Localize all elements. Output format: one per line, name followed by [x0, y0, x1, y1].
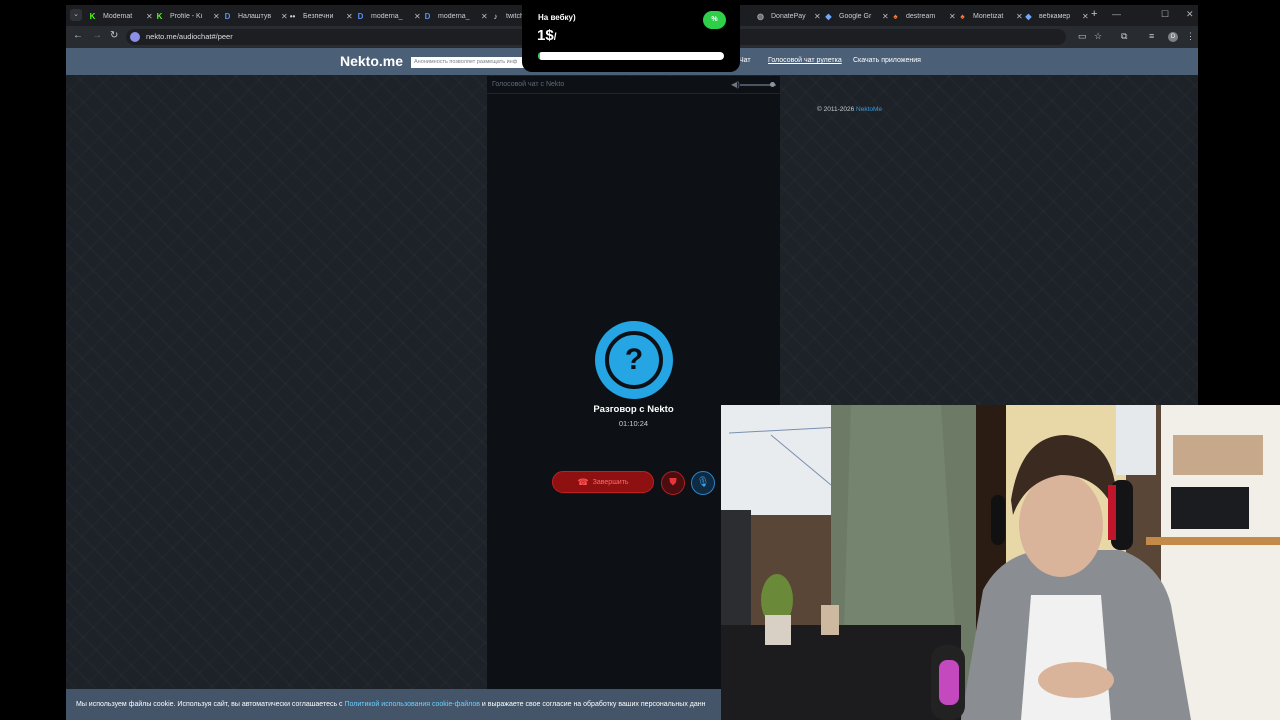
- close-tab-icon[interactable]: ✕: [949, 12, 956, 21]
- browser-tab[interactable]: D Налаштув ✕: [223, 7, 288, 26]
- reload-icon[interactable]: ↻: [110, 30, 118, 41]
- browser-tab[interactable]: Dmoderna_ ✕: [423, 7, 488, 26]
- bookmark-star-icon[interactable]: ☆: [1094, 31, 1102, 42]
- nav-link-voice-roulette[interactable]: Голосовой чат рулетка: [768, 57, 842, 64]
- close-tab-icon[interactable]: ✕: [281, 12, 288, 21]
- nav-link-chat[interactable]: Чат: [739, 57, 751, 64]
- tab-title: Налаштув: [238, 13, 272, 20]
- globe-icon: ◍: [757, 12, 764, 21]
- question-mark-icon: ?: [605, 331, 663, 389]
- dots-icon: ••: [289, 12, 296, 21]
- tab-title: Monetizat: [973, 13, 1004, 20]
- browser-tab[interactable]: ♠ Monetizat ✕: [958, 7, 1023, 26]
- new-tab-button[interactable]: +: [1091, 8, 1097, 20]
- tab-search-button[interactable]: ⌄: [70, 9, 82, 21]
- volume-slider-knob[interactable]: [770, 82, 776, 87]
- cookie-text-after: и выражаете свое согласие на обработку в…: [479, 701, 706, 708]
- tab-title: Modemat: [103, 13, 133, 20]
- copyright-text: © 2011-2026: [817, 106, 855, 113]
- close-tab-icon[interactable]: ✕: [213, 12, 220, 21]
- close-tab-icon[interactable]: ✕: [882, 12, 889, 21]
- hangup-phone-icon: ☎: [577, 476, 589, 487]
- kick-icon: K: [156, 12, 163, 21]
- tab-title: Безпечни: [303, 13, 334, 20]
- d-icon: D: [424, 12, 431, 21]
- d-icon: D: [357, 12, 364, 21]
- anonymity-notice: Анонимность позволяет размещать инф: [411, 57, 526, 68]
- google-icon: ◆: [1025, 12, 1032, 21]
- end-call-button[interactable]: ☎ Завершить: [552, 471, 654, 493]
- chat-header-title: Голосовой чат с Nekto: [492, 81, 565, 88]
- shield-icon: ⛊: [669, 477, 677, 488]
- kick-icon: K: [89, 12, 96, 21]
- close-tab-icon[interactable]: ✕: [146, 12, 153, 21]
- media-controls-icon[interactable]: ≡: [1149, 31, 1154, 41]
- donation-amount: 1$/: [537, 27, 556, 44]
- cast-icon[interactable]: ▭: [1078, 31, 1087, 42]
- browser-tab[interactable]: ◍ DonatePay ✕: [756, 7, 821, 26]
- webcam-image: [721, 405, 1280, 720]
- close-tab-icon[interactable]: ✕: [1082, 12, 1089, 21]
- tab-title: Profile - Ki: [170, 13, 203, 20]
- profile-avatar[interactable]: D: [1168, 32, 1178, 42]
- donation-amount-value: 1$: [537, 27, 554, 44]
- google-icon: ◆: [825, 12, 832, 21]
- microphone-icon: 🎙: [696, 477, 710, 488]
- back-icon[interactable]: ←: [73, 30, 83, 41]
- chat-header: Голосовой чат с Nekto ◀): [487, 76, 780, 94]
- destream-icon: ♠: [960, 12, 965, 21]
- tab-title: DonatePay: [771, 13, 806, 20]
- url-text[interactable]: nekto.me/audiochat#/peer: [146, 32, 233, 41]
- donation-goal-title: На вебку): [538, 13, 576, 22]
- extensions-icon[interactable]: ⧉: [1121, 31, 1127, 42]
- screen: ⌄ K Modemat ✕ K Profile - Ki ✕ D Налаштув ✕ •• Без…: [0, 0, 1280, 720]
- close-window-icon[interactable]: ✕: [1186, 9, 1194, 20]
- close-tab-icon[interactable]: ✕: [346, 12, 353, 21]
- close-tab-icon[interactable]: ✕: [814, 12, 821, 21]
- end-call-label: Завершить: [592, 478, 629, 486]
- tab-title: вебкамер: [1039, 13, 1071, 20]
- close-tab-icon[interactable]: ✕: [481, 12, 488, 21]
- site-logo[interactable]: Nekto.me: [340, 53, 403, 69]
- close-tab-icon[interactable]: ✕: [1016, 12, 1023, 21]
- browser-tab[interactable]: K Profile - Ki ✕: [155, 7, 220, 26]
- maximize-icon[interactable]: ☐: [1161, 9, 1169, 20]
- cookie-text: Мы используем файлы cookie. Используя са…: [76, 701, 705, 708]
- donation-percent-badge: %: [703, 11, 726, 29]
- donation-progress-fill: [538, 52, 540, 60]
- site-info-icon[interactable]: [130, 32, 140, 42]
- nav-link-download-apps[interactable]: Скачать приложения: [853, 57, 921, 64]
- volume-icon[interactable]: ◀): [731, 80, 740, 89]
- browser-tab[interactable]: K Modemat ✕: [88, 7, 153, 26]
- donation-progress-bar: [538, 52, 724, 60]
- tab-title: Google Gr: [839, 13, 872, 20]
- copyright: © 2011-2026 NektoMe: [817, 106, 882, 113]
- tab-title: moderna_: [371, 13, 403, 20]
- browser-tab[interactable]: ◆ Google Gr ✕: [824, 7, 889, 26]
- tab-title: moderna_: [438, 13, 470, 20]
- tab-title: destream: [906, 13, 936, 20]
- d-icon: D: [224, 12, 231, 21]
- browser-tab[interactable]: ◆ вебкамер ✕: [1024, 7, 1089, 26]
- cookie-policy-link[interactable]: Политикой использования cookie-файлов: [345, 701, 480, 708]
- donation-goal-widget: На вебку) 1$/ %: [522, 0, 740, 72]
- forward-icon[interactable]: →: [92, 30, 102, 41]
- copyright-link[interactable]: NektoMe: [856, 106, 882, 113]
- browser-tab[interactable]: ♠ destream ✕: [891, 7, 956, 26]
- browser-tab[interactable]: Dmoderna_ ✕: [356, 7, 421, 26]
- peer-avatar: ?: [595, 321, 673, 399]
- webcam-feed: [721, 405, 1280, 720]
- twitch-icon: ♪: [493, 12, 498, 21]
- donation-amount-suffix: /: [553, 32, 557, 43]
- menu-kebab-icon[interactable]: ⋮: [1186, 31, 1195, 42]
- destream-icon: ♠: [893, 12, 898, 21]
- report-button[interactable]: ⛊: [661, 471, 685, 495]
- cookie-text-before: Мы используем файлы cookie. Используя са…: [76, 701, 345, 708]
- close-tab-icon[interactable]: ✕: [414, 12, 421, 21]
- browser-tab[interactable]: •• Безпечни ✕: [288, 7, 353, 26]
- minimize-icon[interactable]: —: [1112, 9, 1121, 19]
- microphone-button[interactable]: 🎙: [691, 471, 715, 495]
